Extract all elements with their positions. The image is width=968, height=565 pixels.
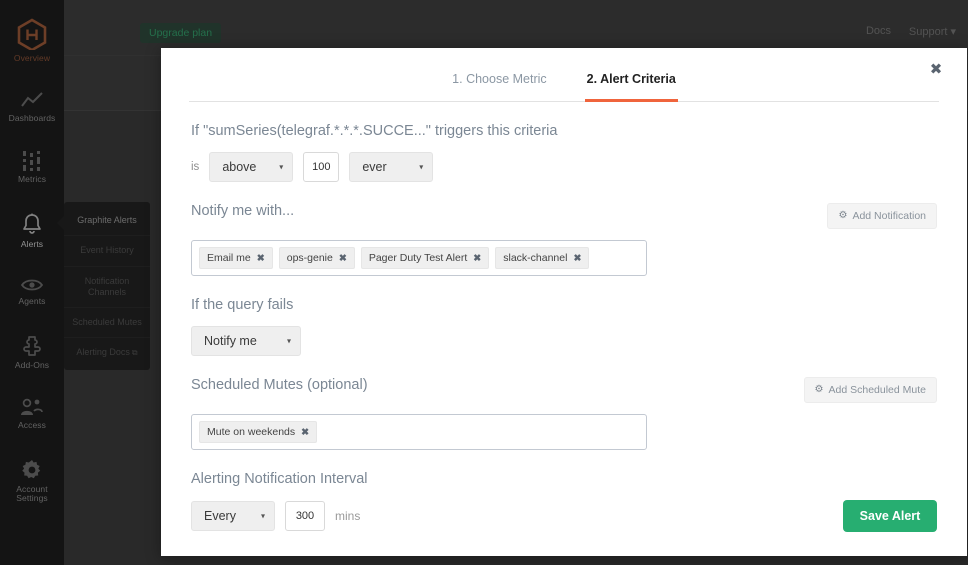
scheduled-mutes-header: Scheduled Mutes (optional) ⚙ Add Schedul…: [191, 377, 937, 403]
comparator-select[interactable]: above ▾: [209, 152, 294, 182]
remove-chip-icon[interactable]: ✖: [339, 253, 347, 264]
remove-chip-icon[interactable]: ✖: [301, 427, 309, 438]
comparator-value: above: [222, 160, 257, 174]
notify-title: Notify me with...: [191, 203, 295, 219]
scheduled-mutes-title: Scheduled Mutes (optional): [191, 377, 368, 393]
chevron-down-icon: ▾: [260, 511, 265, 521]
chevron-down-icon: ▾: [279, 162, 284, 172]
remove-chip-icon[interactable]: ✖: [257, 253, 265, 264]
save-alert-button[interactable]: Save Alert: [843, 500, 937, 532]
occurrence-select[interactable]: ever ▾: [349, 152, 434, 182]
chevron-down-icon: ▾: [419, 162, 424, 172]
add-scheduled-mute-label: Add Scheduled Mute: [828, 384, 926, 396]
interval-frequency-value: Every: [204, 509, 236, 523]
notify-section-header: Notify me with... ⚙ Add Notification: [191, 203, 937, 229]
modal-content: If "sumSeries(telegraf.*.*.*.SUCCE..." t…: [161, 123, 967, 532]
add-notification-label: Add Notification: [852, 210, 926, 222]
notification-chip[interactable]: Pager Duty Test Alert ✖: [360, 247, 490, 269]
remove-chip-icon[interactable]: ✖: [473, 253, 481, 264]
add-notification-button[interactable]: ⚙ Add Notification: [827, 203, 937, 229]
criteria-title: If "sumSeries(telegraf.*.*.*.SUCCE..." t…: [191, 123, 558, 139]
threshold-input[interactable]: [303, 152, 340, 182]
interval-frequency-select[interactable]: Every ▾: [191, 501, 275, 531]
scheduled-mute-chip[interactable]: Mute on weekends ✖: [199, 421, 318, 443]
is-label: is: [191, 161, 200, 173]
chip-label: slack-channel: [503, 252, 568, 264]
scheduled-mutes-input[interactable]: Mute on weekends ✖: [191, 414, 647, 450]
modal-tabs: 1. Choose Metric 2. Alert Criteria: [189, 70, 939, 102]
remove-chip-icon[interactable]: ✖: [573, 253, 581, 264]
notification-chip[interactable]: Email me ✖: [199, 247, 273, 269]
notification-chip[interactable]: ops-genie ✖: [278, 247, 355, 269]
chevron-down-icon: ▾: [286, 336, 291, 346]
query-fails-action-value: Notify me: [204, 334, 257, 348]
alert-criteria-modal: ✖ 1. Choose Metric 2. Alert Criteria If …: [161, 48, 967, 556]
occurrence-value: ever: [362, 160, 387, 174]
app-root: Upgrade plan Docs Support ▾ Overview Das…: [0, 0, 968, 565]
query-fails-action-select[interactable]: Notify me ▾: [191, 326, 301, 356]
chip-label: Pager Duty Test Alert: [368, 252, 468, 264]
query-fails-title: If the query fails: [191, 297, 294, 313]
interval-unit-label: mins: [335, 509, 361, 523]
notification-chip[interactable]: slack-channel ✖: [495, 247, 590, 269]
gear-icon: ⚙: [838, 210, 848, 221]
chip-label: ops-genie: [286, 252, 333, 264]
interval-row: Every ▾ mins Save Alert: [191, 500, 937, 532]
gear-icon: ⚙: [814, 384, 824, 395]
criteria-row: is above ▾ ever ▾: [191, 152, 937, 182]
tab-choose-metric[interactable]: 1. Choose Metric: [450, 70, 548, 101]
add-scheduled-mute-button[interactable]: ⚙ Add Scheduled Mute: [803, 377, 937, 403]
query-fails-row: Notify me ▾: [191, 326, 937, 356]
tab-alert-criteria[interactable]: 2. Alert Criteria: [584, 70, 678, 102]
interval-controls: Every ▾ mins: [191, 501, 360, 531]
chip-label: Email me: [207, 252, 251, 264]
notification-channels-input[interactable]: Email me ✖ ops-genie ✖ Pager Duty Test A…: [191, 240, 647, 276]
interval-value-input[interactable]: [285, 501, 325, 531]
chip-label: Mute on weekends: [207, 426, 296, 438]
interval-title: Alerting Notification Interval: [191, 471, 368, 487]
